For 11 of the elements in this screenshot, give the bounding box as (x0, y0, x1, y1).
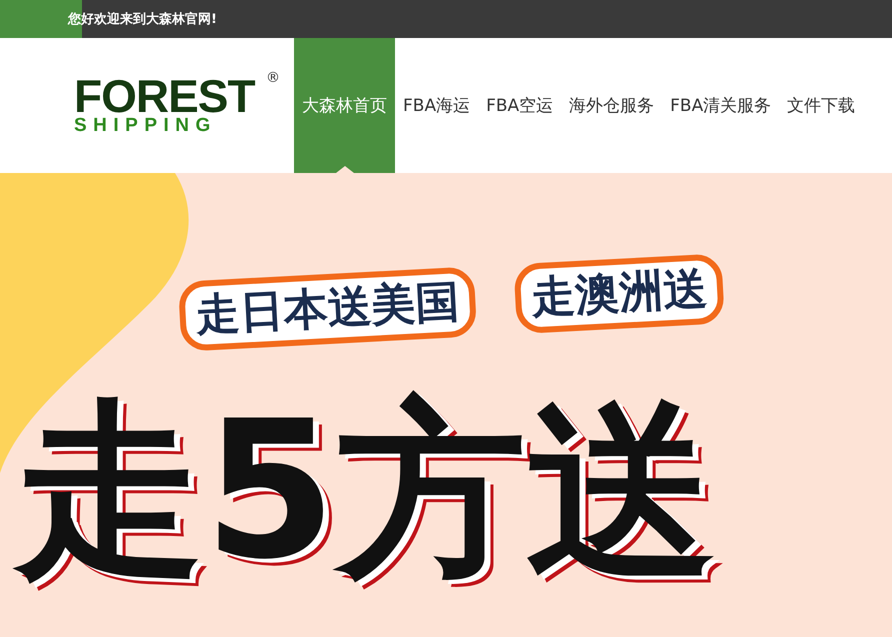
promo-headline: 走5方送 (14, 391, 718, 591)
nav-item[interactable]: 大森林首页 (294, 38, 395, 173)
nav-item[interactable]: FBA清关服务 (662, 38, 780, 173)
nav-item[interactable]: 文件下载 (779, 38, 864, 173)
forest-shipping-logo[interactable]: FOREST SHIPPING ® (74, 38, 284, 173)
promo-tag: 走澳洲送 (513, 253, 725, 334)
nav-item[interactable]: FBA空运 (478, 38, 562, 173)
promo-tag: 走日本送美国 (178, 266, 478, 352)
welcome-text: 您好欢迎来到大森林官网! (68, 10, 217, 28)
nav-item[interactable]: FBA海运 (395, 38, 478, 173)
nav-item[interactable]: 海外仓服务 (561, 38, 662, 173)
